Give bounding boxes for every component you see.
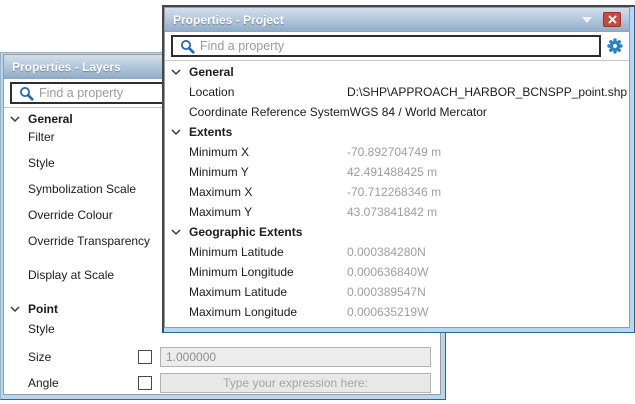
min-latitude-value: 0.000384280N [347,245,629,259]
close-icon [608,15,617,24]
layers-item-size: Size [4,346,440,368]
search-icon [180,39,195,54]
location-value: D:\SHP\APPROACH_HARBOR_BCNSPP_point.shp [347,85,629,99]
desktop-canvas: Properties - Layers [0,0,635,404]
min-y-value: 42.491488425 m [347,165,629,179]
search-icon [19,86,34,101]
project-search-input[interactable] [200,39,599,53]
close-button[interactable] [603,12,621,27]
min-longitude-value: 0.000636840W [347,265,629,279]
angle-override-checkbox[interactable] [138,376,152,390]
max-longitude-value: 0.000635219W [347,305,629,319]
angle-expression-input[interactable] [160,373,431,393]
project-search-box[interactable] [171,35,601,57]
property-row-max-x: Maximum X -70.712268346 m [165,182,629,202]
project-titlebar[interactable]: Properties - Project [165,8,629,32]
max-y-value: 43.073841842 m [347,205,629,219]
project-search-row [165,32,629,60]
property-row-crs: Coordinate Reference System WGS 84 / Wor… [165,102,629,122]
property-row-location: Location D:\SHP\APPROACH_HARBOR_BCNSPP_p… [165,82,629,102]
max-x-value: -70.712268346 m [347,185,629,199]
property-row-max-y: Maximum Y 43.073841842 m [165,202,629,222]
project-panel: Properties - Project [162,5,635,333]
project-panel-body: Properties - Project [164,7,630,328]
property-row-min-y: Minimum Y 42.491488425 m [165,162,629,182]
property-row-max-longitude: Maximum Longitude 0.000635219W [165,302,629,322]
chevron-down-icon [171,228,181,236]
property-row-min-latitude: Minimum Latitude 0.000384280N [165,242,629,262]
size-override-checkbox[interactable] [138,350,152,364]
chevron-down-icon [582,17,592,23]
crs-value: WGS 84 / World Mercator [350,105,629,119]
project-section-extents[interactable]: Extents [165,122,629,142]
project-property-list: General Location D:\SHP\APPROACH_HARBOR_… [165,60,629,327]
chevron-down-icon [10,115,20,123]
project-section-geographic-extents[interactable]: Geographic Extents [165,222,629,242]
chevron-down-icon [10,305,20,313]
chevron-down-icon [171,128,181,136]
property-row-max-latitude: Maximum Latitude 0.000389547N [165,282,629,302]
min-x-value: -70.892704749 m [347,145,629,159]
gear-icon[interactable] [607,38,623,54]
size-value-input[interactable] [160,347,431,367]
project-section-general[interactable]: General [165,62,629,82]
window-menu-button[interactable] [579,13,595,27]
project-panel-title: Properties - Project [173,13,579,27]
layers-item-angle: Angle [4,372,440,394]
property-row-min-x: Minimum X -70.892704749 m [165,142,629,162]
max-latitude-value: 0.000389547N [347,285,629,299]
chevron-down-icon [171,68,181,76]
property-row-min-longitude: Minimum Longitude 0.000636840W [165,262,629,282]
